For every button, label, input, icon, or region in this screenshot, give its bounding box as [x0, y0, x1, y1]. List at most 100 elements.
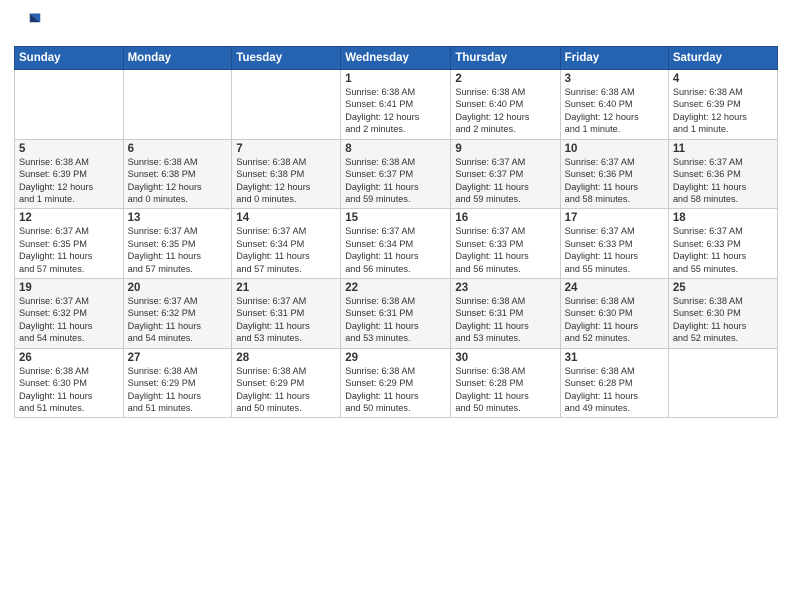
calendar-cell: 25Sunrise: 6:38 AM Sunset: 6:30 PM Dayli… [668, 279, 777, 349]
day-number: 11 [673, 143, 773, 155]
calendar-header: SundayMondayTuesdayWednesdayThursdayFrid… [15, 47, 778, 70]
calendar-cell: 17Sunrise: 6:37 AM Sunset: 6:33 PM Dayli… [560, 209, 668, 279]
calendar-cell: 19Sunrise: 6:37 AM Sunset: 6:32 PM Dayli… [15, 279, 124, 349]
day-info: Sunrise: 6:38 AM Sunset: 6:28 PM Dayligh… [455, 365, 555, 415]
calendar-cell: 29Sunrise: 6:38 AM Sunset: 6:29 PM Dayli… [341, 348, 451, 418]
day-info: Sunrise: 6:37 AM Sunset: 6:34 PM Dayligh… [236, 225, 336, 275]
day-number: 29 [345, 352, 446, 364]
day-number: 24 [565, 282, 664, 294]
weekday-header: Sunday [15, 47, 124, 70]
calendar-body: 1Sunrise: 6:38 AM Sunset: 6:41 PM Daylig… [15, 70, 778, 418]
weekday-header: Friday [560, 47, 668, 70]
calendar: SundayMondayTuesdayWednesdayThursdayFrid… [14, 46, 778, 418]
day-info: Sunrise: 6:37 AM Sunset: 6:33 PM Dayligh… [565, 225, 664, 275]
day-number: 1 [345, 73, 446, 85]
weekday-header: Saturday [668, 47, 777, 70]
day-info: Sunrise: 6:38 AM Sunset: 6:31 PM Dayligh… [455, 295, 555, 345]
calendar-cell: 2Sunrise: 6:38 AM Sunset: 6:40 PM Daylig… [451, 70, 560, 140]
day-info: Sunrise: 6:38 AM Sunset: 6:30 PM Dayligh… [19, 365, 119, 415]
day-number: 22 [345, 282, 446, 294]
day-number: 4 [673, 73, 773, 85]
day-number: 7 [236, 143, 336, 155]
day-info: Sunrise: 6:37 AM Sunset: 6:32 PM Dayligh… [128, 295, 228, 345]
day-number: 12 [19, 212, 119, 224]
calendar-cell: 13Sunrise: 6:37 AM Sunset: 6:35 PM Dayli… [123, 209, 232, 279]
day-info: Sunrise: 6:38 AM Sunset: 6:30 PM Dayligh… [565, 295, 664, 345]
day-number: 21 [236, 282, 336, 294]
calendar-cell: 6Sunrise: 6:38 AM Sunset: 6:38 PM Daylig… [123, 139, 232, 209]
calendar-cell: 5Sunrise: 6:38 AM Sunset: 6:39 PM Daylig… [15, 139, 124, 209]
logo [14, 10, 44, 38]
day-number: 20 [128, 282, 228, 294]
calendar-cell: 31Sunrise: 6:38 AM Sunset: 6:28 PM Dayli… [560, 348, 668, 418]
calendar-cell: 16Sunrise: 6:37 AM Sunset: 6:33 PM Dayli… [451, 209, 560, 279]
weekday-header: Thursday [451, 47, 560, 70]
day-number: 8 [345, 143, 446, 155]
day-number: 9 [455, 143, 555, 155]
day-number: 28 [236, 352, 336, 364]
day-info: Sunrise: 6:38 AM Sunset: 6:29 PM Dayligh… [345, 365, 446, 415]
day-number: 2 [455, 73, 555, 85]
header [14, 10, 778, 38]
day-info: Sunrise: 6:37 AM Sunset: 6:31 PM Dayligh… [236, 295, 336, 345]
day-info: Sunrise: 6:37 AM Sunset: 6:33 PM Dayligh… [455, 225, 555, 275]
day-number: 19 [19, 282, 119, 294]
calendar-week-row: 26Sunrise: 6:38 AM Sunset: 6:30 PM Dayli… [15, 348, 778, 418]
weekday-row: SundayMondayTuesdayWednesdayThursdayFrid… [15, 47, 778, 70]
calendar-cell: 18Sunrise: 6:37 AM Sunset: 6:33 PM Dayli… [668, 209, 777, 279]
day-number: 6 [128, 143, 228, 155]
calendar-week-row: 12Sunrise: 6:37 AM Sunset: 6:35 PM Dayli… [15, 209, 778, 279]
calendar-cell: 7Sunrise: 6:38 AM Sunset: 6:38 PM Daylig… [232, 139, 341, 209]
day-info: Sunrise: 6:38 AM Sunset: 6:39 PM Dayligh… [19, 156, 119, 206]
calendar-cell [232, 70, 341, 140]
day-number: 15 [345, 212, 446, 224]
day-number: 16 [455, 212, 555, 224]
weekday-header: Wednesday [341, 47, 451, 70]
day-number: 10 [565, 143, 664, 155]
logo-icon [14, 10, 42, 38]
day-info: Sunrise: 6:38 AM Sunset: 6:31 PM Dayligh… [345, 295, 446, 345]
calendar-cell: 22Sunrise: 6:38 AM Sunset: 6:31 PM Dayli… [341, 279, 451, 349]
calendar-cell [15, 70, 124, 140]
calendar-cell: 21Sunrise: 6:37 AM Sunset: 6:31 PM Dayli… [232, 279, 341, 349]
calendar-cell: 30Sunrise: 6:38 AM Sunset: 6:28 PM Dayli… [451, 348, 560, 418]
calendar-cell: 9Sunrise: 6:37 AM Sunset: 6:37 PM Daylig… [451, 139, 560, 209]
day-info: Sunrise: 6:38 AM Sunset: 6:40 PM Dayligh… [455, 86, 555, 136]
day-info: Sunrise: 6:37 AM Sunset: 6:33 PM Dayligh… [673, 225, 773, 275]
day-number: 27 [128, 352, 228, 364]
calendar-week-row: 19Sunrise: 6:37 AM Sunset: 6:32 PM Dayli… [15, 279, 778, 349]
day-number: 17 [565, 212, 664, 224]
day-info: Sunrise: 6:37 AM Sunset: 6:35 PM Dayligh… [128, 225, 228, 275]
day-number: 3 [565, 73, 664, 85]
calendar-cell: 10Sunrise: 6:37 AM Sunset: 6:36 PM Dayli… [560, 139, 668, 209]
day-info: Sunrise: 6:38 AM Sunset: 6:28 PM Dayligh… [565, 365, 664, 415]
calendar-cell: 24Sunrise: 6:38 AM Sunset: 6:30 PM Dayli… [560, 279, 668, 349]
day-number: 25 [673, 282, 773, 294]
calendar-week-row: 1Sunrise: 6:38 AM Sunset: 6:41 PM Daylig… [15, 70, 778, 140]
calendar-cell [123, 70, 232, 140]
day-number: 23 [455, 282, 555, 294]
day-info: Sunrise: 6:38 AM Sunset: 6:39 PM Dayligh… [673, 86, 773, 136]
calendar-cell: 8Sunrise: 6:38 AM Sunset: 6:37 PM Daylig… [341, 139, 451, 209]
calendar-week-row: 5Sunrise: 6:38 AM Sunset: 6:39 PM Daylig… [15, 139, 778, 209]
day-info: Sunrise: 6:37 AM Sunset: 6:36 PM Dayligh… [673, 156, 773, 206]
day-number: 5 [19, 143, 119, 155]
day-info: Sunrise: 6:38 AM Sunset: 6:38 PM Dayligh… [128, 156, 228, 206]
day-info: Sunrise: 6:38 AM Sunset: 6:29 PM Dayligh… [128, 365, 228, 415]
calendar-cell: 1Sunrise: 6:38 AM Sunset: 6:41 PM Daylig… [341, 70, 451, 140]
day-info: Sunrise: 6:37 AM Sunset: 6:32 PM Dayligh… [19, 295, 119, 345]
day-number: 18 [673, 212, 773, 224]
day-info: Sunrise: 6:37 AM Sunset: 6:37 PM Dayligh… [455, 156, 555, 206]
day-info: Sunrise: 6:37 AM Sunset: 6:35 PM Dayligh… [19, 225, 119, 275]
day-number: 13 [128, 212, 228, 224]
calendar-cell: 28Sunrise: 6:38 AM Sunset: 6:29 PM Dayli… [232, 348, 341, 418]
day-number: 31 [565, 352, 664, 364]
calendar-cell: 27Sunrise: 6:38 AM Sunset: 6:29 PM Dayli… [123, 348, 232, 418]
day-info: Sunrise: 6:38 AM Sunset: 6:41 PM Dayligh… [345, 86, 446, 136]
calendar-cell: 23Sunrise: 6:38 AM Sunset: 6:31 PM Dayli… [451, 279, 560, 349]
day-info: Sunrise: 6:38 AM Sunset: 6:37 PM Dayligh… [345, 156, 446, 206]
day-number: 26 [19, 352, 119, 364]
day-info: Sunrise: 6:38 AM Sunset: 6:29 PM Dayligh… [236, 365, 336, 415]
day-info: Sunrise: 6:38 AM Sunset: 6:38 PM Dayligh… [236, 156, 336, 206]
calendar-cell: 11Sunrise: 6:37 AM Sunset: 6:36 PM Dayli… [668, 139, 777, 209]
